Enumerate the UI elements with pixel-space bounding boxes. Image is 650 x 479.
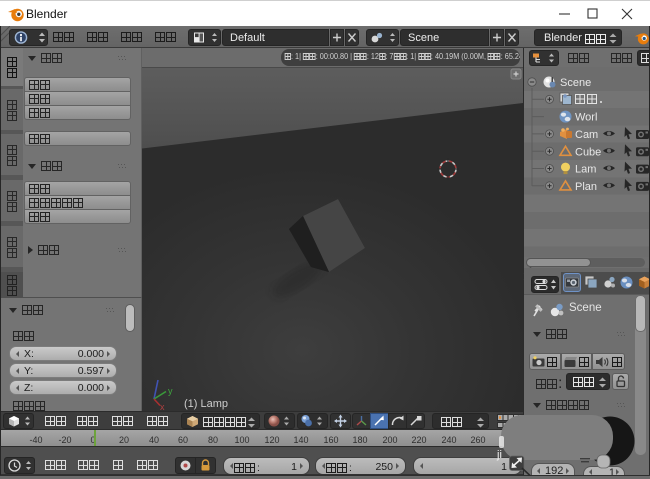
svg-text:(1) Lamp: (1) Lamp [184,398,228,410]
svg-text:Lam: Lam [575,164,596,176]
svg-text:Cube: Cube [575,146,601,158]
svg-text:Cam: Cam [575,129,598,141]
svg-text:x: x [160,402,165,411]
svg-text:Plan: Plan [575,181,597,193]
svg-text:y: y [168,386,173,396]
svg-text:Scene: Scene [560,77,591,89]
svg-text:Worl: Worl [575,112,597,124]
